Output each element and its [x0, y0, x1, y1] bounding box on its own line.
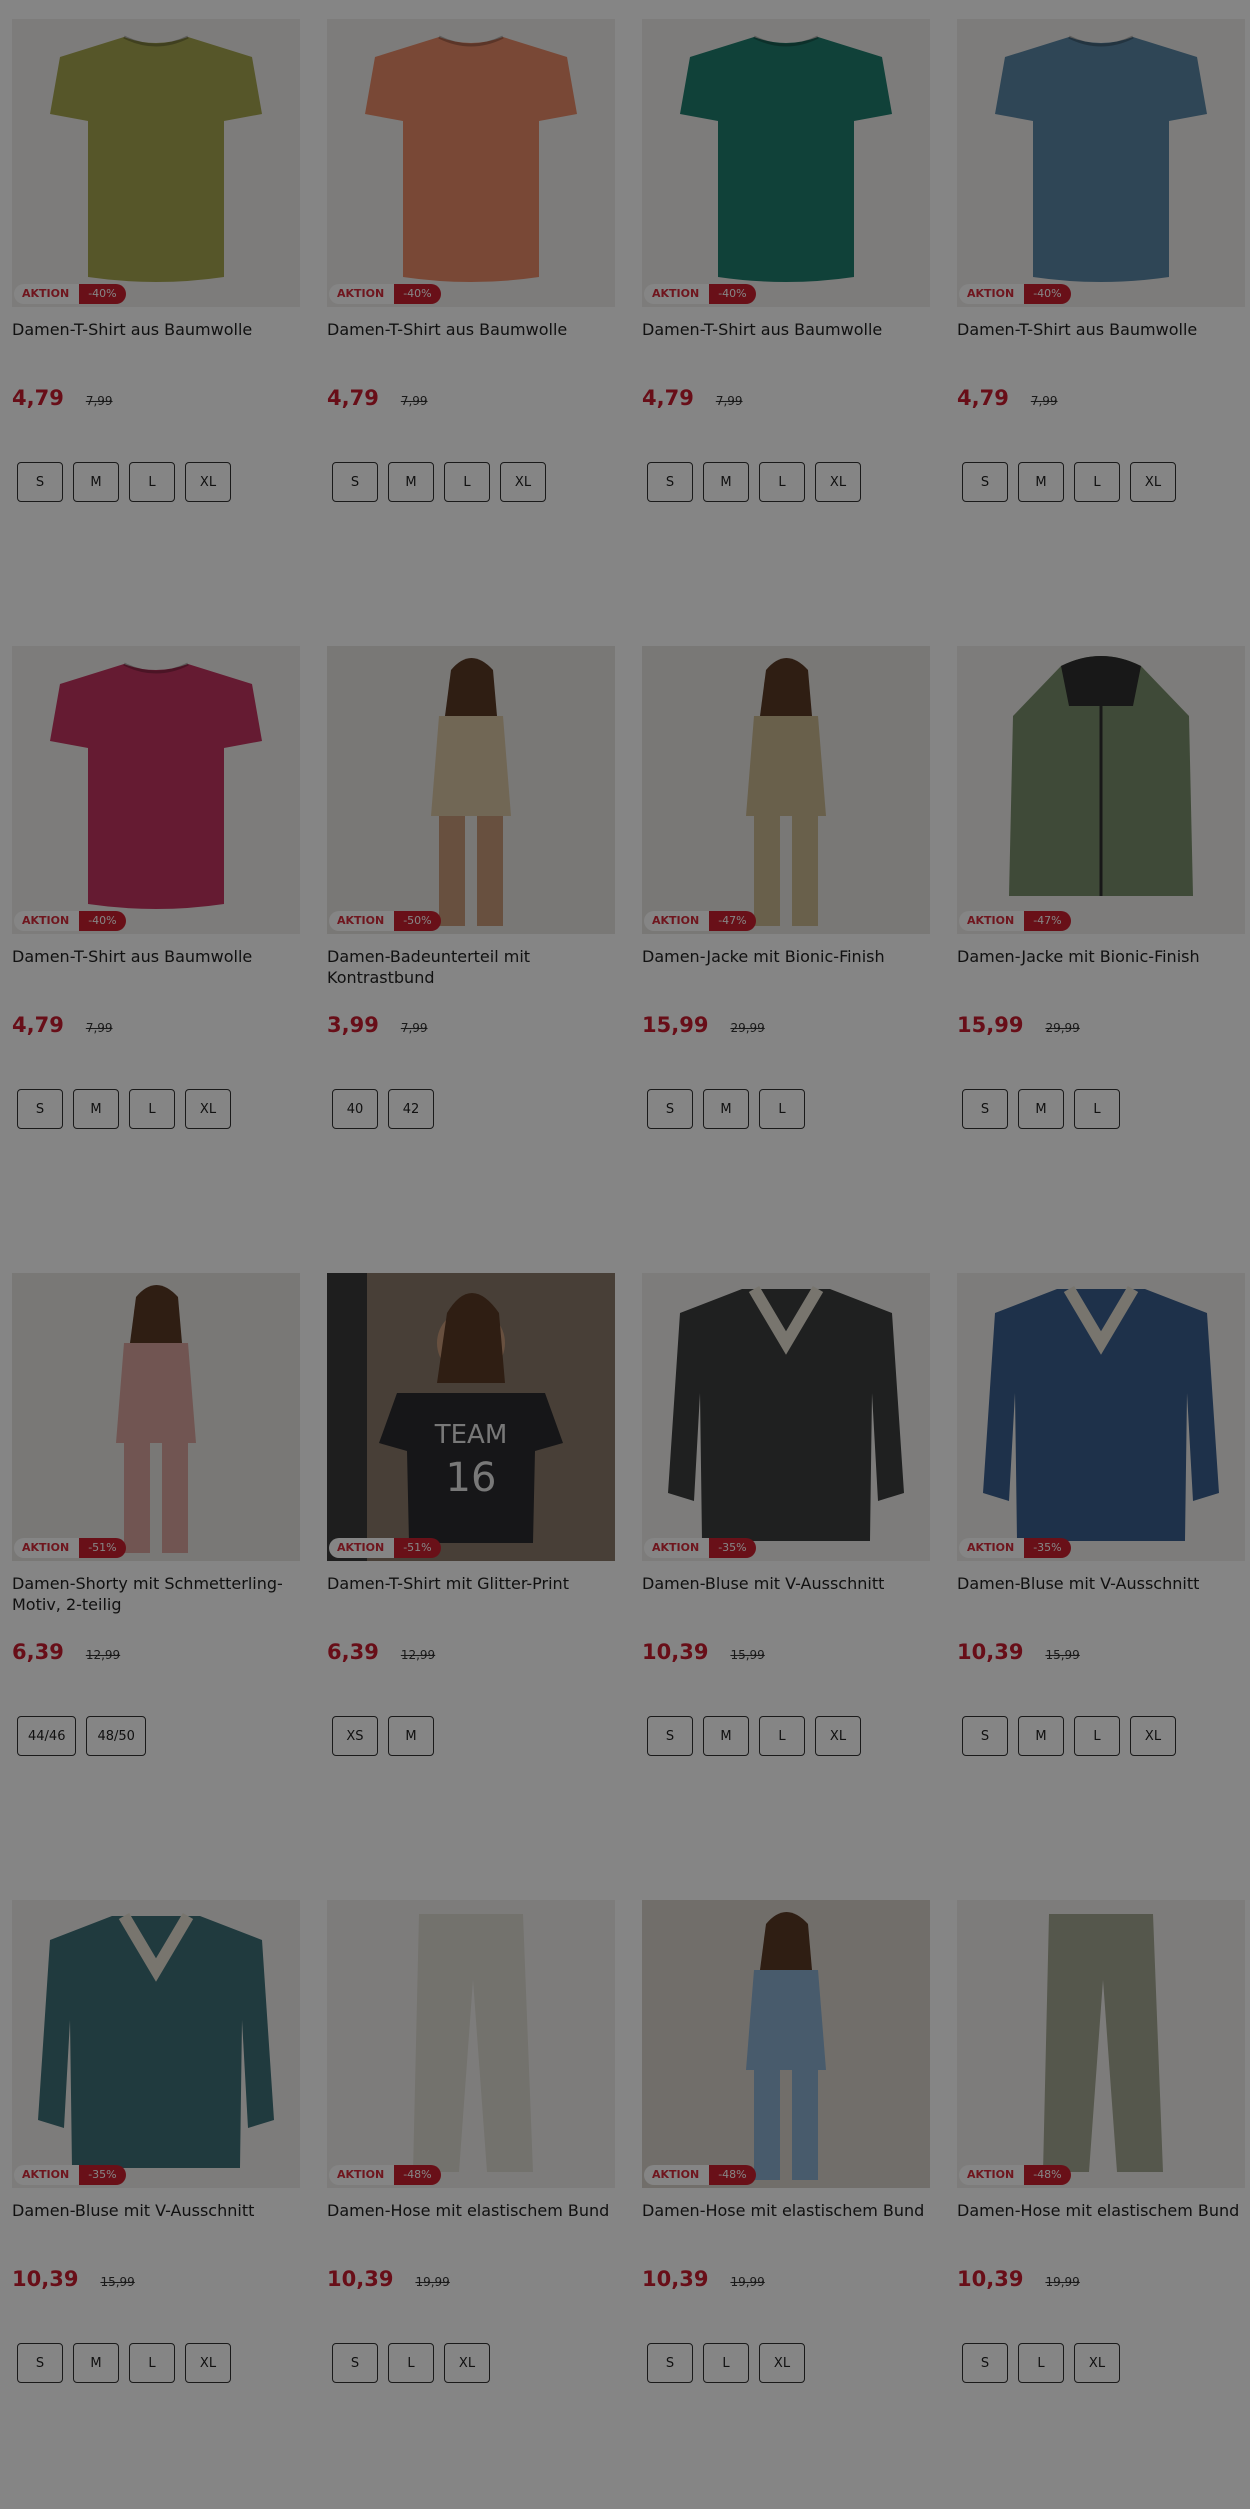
modal-backdrop-overlay[interactable] — [0, 0, 1250, 2509]
